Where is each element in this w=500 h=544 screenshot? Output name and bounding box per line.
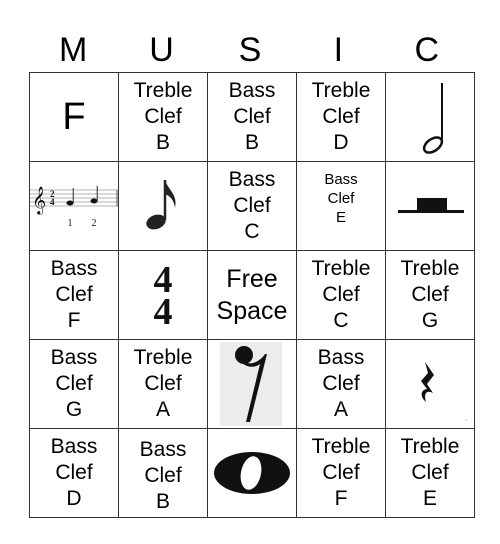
bingo-cell[interactable] xyxy=(385,161,475,251)
bingo-cell[interactable]: Bass Clef F xyxy=(29,250,119,340)
eighth-rest-icon xyxy=(208,340,296,428)
bingo-cell[interactable]: Bass Clef B xyxy=(207,72,297,162)
time-signature-bottom: 4 xyxy=(154,291,173,330)
bingo-cell[interactable]: Bass Clef B xyxy=(118,428,208,518)
bingo-cell[interactable]: Bass Clef A xyxy=(296,339,386,429)
bingo-cell[interactable]: Treble Clef G xyxy=(385,250,475,340)
beat-count-label: 1 xyxy=(68,218,73,229)
time-signature-four-four-icon: 4 4 xyxy=(119,251,207,339)
bingo-cell[interactable]: Bass Clef G xyxy=(29,339,119,429)
bingo-cell[interactable]: Treble Clef E xyxy=(385,428,475,518)
half-rest-icon xyxy=(386,162,474,250)
whole-note-icon xyxy=(208,429,296,517)
bingo-cell[interactable]: Bass Clef D xyxy=(29,428,119,518)
watermark: •• xyxy=(464,418,468,424)
quarter-rest-icon xyxy=(386,340,474,428)
bingo-cell[interactable]: 𝄞 2 4 12 xyxy=(29,161,119,251)
grid-row: Bass Clef F 4 4 Free Space Treble Clef C… xyxy=(29,250,475,340)
bingo-cell[interactable]: Bass Clef E xyxy=(296,161,386,251)
cell-label: Treble Clef E xyxy=(400,435,460,510)
staff-two-four-icon: 𝄞 2 4 12 xyxy=(30,162,118,250)
bingo-cell[interactable]: F xyxy=(29,72,119,162)
bingo-grid: F Treble Clef B Bass Clef B Treble Clef … xyxy=(29,72,475,518)
bingo-cell[interactable]: •• xyxy=(385,339,475,429)
bingo-cell[interactable]: Treble Clef D xyxy=(296,72,386,162)
free-space-cell[interactable]: Free Space xyxy=(207,250,297,340)
cell-label: Treble Clef D xyxy=(311,79,371,154)
cell-label: Treble Clef C xyxy=(311,257,371,332)
free-space-label: Free Space xyxy=(216,265,288,325)
header-letter-c: C xyxy=(414,31,440,69)
cell-label: Bass Clef D xyxy=(50,435,98,510)
cell-label: Treble Clef B xyxy=(133,79,193,154)
grid-row: 𝄞 2 4 12 Bass Clef C Bass Clef E xyxy=(29,161,475,251)
cell-label: F xyxy=(62,96,86,138)
beat-count-label: 2 xyxy=(92,218,97,229)
bingo-cell[interactable] xyxy=(207,428,297,518)
bingo-header: M U S I C xyxy=(29,28,471,72)
cell-label: Bass Clef F xyxy=(50,257,98,332)
eighth-note-icon xyxy=(119,162,207,250)
cell-label: Treble Clef G xyxy=(400,257,460,332)
header-letter-u: U xyxy=(149,31,174,69)
cell-label: Bass Clef C xyxy=(228,168,276,243)
bingo-cell[interactable]: Treble Clef C xyxy=(296,250,386,340)
bingo-cell[interactable]: Treble Clef A xyxy=(118,339,208,429)
cell-label: Bass Clef A xyxy=(317,346,365,421)
bingo-cell[interactable]: 4 4 xyxy=(118,250,208,340)
grid-row: Bass Clef D Bass Clef B Treble Clef F Tr… xyxy=(29,428,475,518)
bingo-cell[interactable]: Treble Clef B xyxy=(118,72,208,162)
header-letter-s: S xyxy=(238,31,262,69)
cell-label: Bass Clef B xyxy=(139,438,187,513)
cell-label: Bass Clef B xyxy=(228,79,276,154)
header-letter-i: I xyxy=(333,31,344,69)
cell-label: Treble Clef A xyxy=(133,346,193,421)
bingo-cell[interactable] xyxy=(207,339,297,429)
bingo-cell[interactable] xyxy=(385,72,475,162)
bingo-cell[interactable]: Treble Clef F xyxy=(296,428,386,518)
cell-label: Bass Clef E xyxy=(324,171,358,226)
svg-text:𝄞: 𝄞 xyxy=(32,186,46,215)
grid-row: Bass Clef G Treble Clef A Bass Clef A •• xyxy=(29,339,475,429)
header-letter-m: M xyxy=(59,31,88,69)
half-note-icon xyxy=(386,73,474,161)
cell-label: Treble Clef F xyxy=(311,435,371,510)
bingo-cell[interactable] xyxy=(118,161,208,251)
grid-row: F Treble Clef B Bass Clef B Treble Clef … xyxy=(29,72,475,162)
svg-text:4: 4 xyxy=(50,197,55,207)
bingo-cell[interactable]: Bass Clef C xyxy=(207,161,297,251)
cell-label: Bass Clef G xyxy=(50,346,98,421)
